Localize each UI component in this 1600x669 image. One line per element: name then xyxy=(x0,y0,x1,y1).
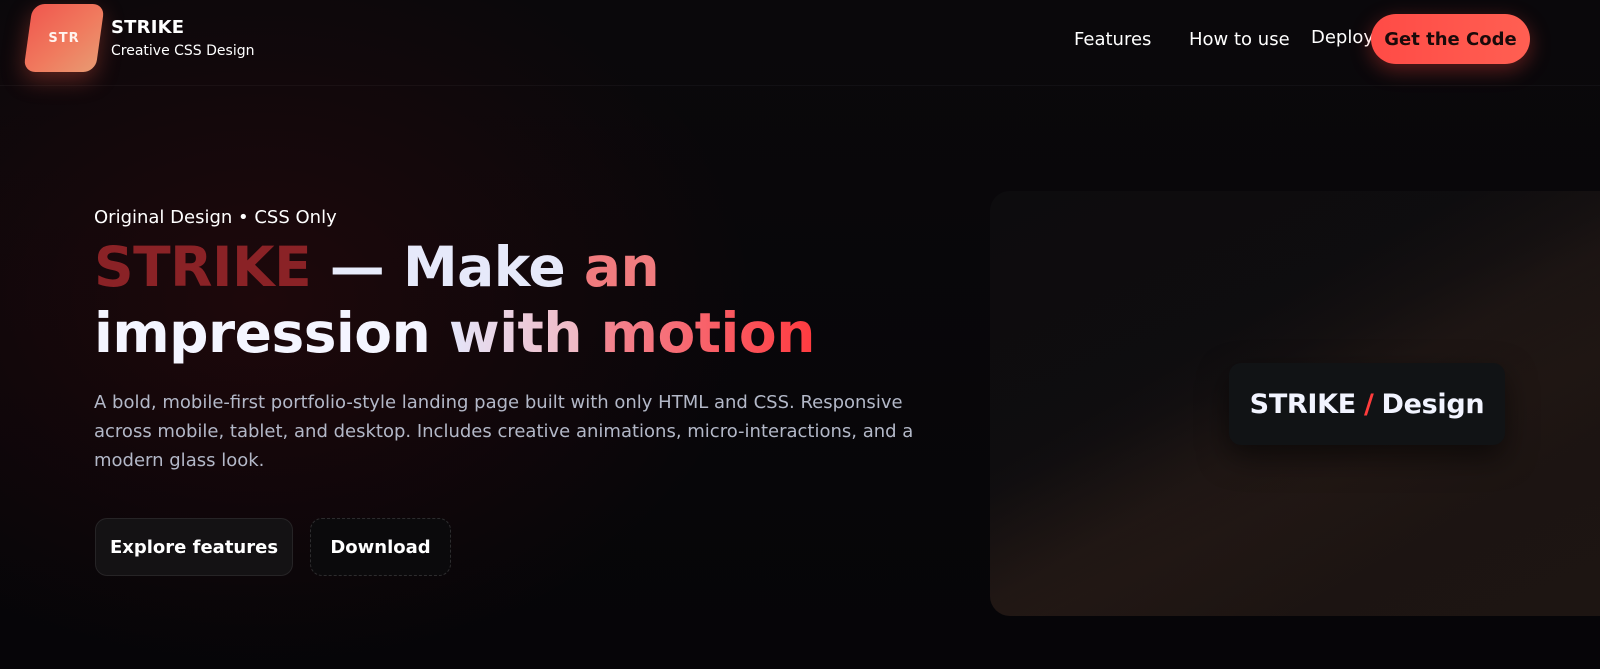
site-header: STR STRIKE Creative CSS Design Features … xyxy=(0,0,1600,86)
download-button[interactable]: Download xyxy=(310,518,451,576)
explore-features-button[interactable]: Explore features xyxy=(95,518,293,576)
headline-with: with xyxy=(448,301,583,365)
nav-link-features[interactable]: Features xyxy=(1074,29,1151,50)
headline-an: an xyxy=(583,235,660,299)
nav-link-how-to-use[interactable]: How to use xyxy=(1189,29,1290,50)
headline-impression: impression xyxy=(94,301,431,365)
headline-make: Make xyxy=(402,235,566,299)
brand-tagline: Creative CSS Design xyxy=(111,43,255,59)
headline-dash: — xyxy=(329,235,385,299)
badge-slash: / xyxy=(1363,388,1374,420)
nav-link-deploy[interactable]: Deploy xyxy=(1311,27,1374,48)
landing-page: STR STRIKE Creative CSS Design Features … xyxy=(0,0,1600,669)
hero-headline: STRIKE — Make an impression with motion xyxy=(94,234,954,366)
headline-motion: motion xyxy=(600,301,816,365)
showcase-badge: STRIKE / Design xyxy=(1229,363,1505,445)
badge-strike: STRIKE xyxy=(1249,388,1357,420)
hero-eyebrow: Original Design • CSS Only xyxy=(94,207,337,228)
logo-mark-text[interactable]: STR xyxy=(28,4,100,72)
get-the-code-button[interactable]: Get the Code xyxy=(1371,14,1530,64)
badge-design: Design xyxy=(1381,388,1485,420)
headline-strike: STRIKE xyxy=(94,235,312,299)
hero-description: A bold, mobile-first portfolio-style lan… xyxy=(94,392,914,471)
brand-name[interactable]: STRIKE xyxy=(111,17,184,38)
